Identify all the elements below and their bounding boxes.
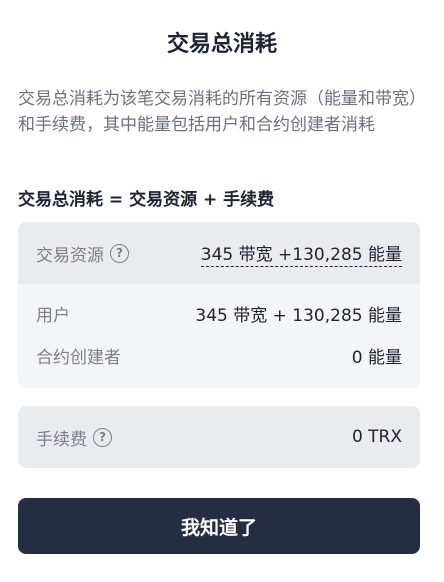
consumption-formula: 交易总消耗 = 交易资源 + 手续费 [18,190,275,210]
fee-label-group: 手续费 ? [36,425,112,450]
confirm-button[interactable]: 我知道了 [18,498,420,554]
resources-label-group: 交易资源 ? [36,241,129,266]
resources-label: 交易资源 [36,245,104,266]
resource-row-user: 用户 345 带宽 + 130,285 能量 [36,292,402,334]
modal-description: 交易总消耗为该笔交易消耗的所有资源（能量和带宽）和手续费，其中能量包括用户和合约… [18,89,418,135]
resource-row-contract-creator: 合约创建者 0 能量 [36,334,402,376]
total-consumption-modal: 交易总消耗 交易总消耗为该笔交易消耗的所有资源（能量和带宽）和手续费，其中能量包… [0,0,444,582]
fee-panel: 手续费 ? 0 TRX [18,406,420,468]
resources-summary-row: 交易资源 ? 345 带宽 +130,285 能量 [18,222,420,284]
resources-panel: 交易资源 ? 345 带宽 +130,285 能量 用户 345 带宽 + 13… [18,222,420,388]
fee-label: 手续费 [36,429,87,450]
resources-breakdown: 用户 345 带宽 + 130,285 能量 合约创建者 0 能量 [18,292,420,376]
modal-title: 交易总消耗 [166,32,277,57]
resource-row-value: 345 带宽 + 130,285 能量 [195,305,402,326]
resources-total-value[interactable]: 345 带宽 +130,285 能量 [200,240,402,267]
resource-row-value: 0 能量 [351,347,402,368]
resource-row-label: 用户 [36,305,70,326]
question-circle-icon[interactable]: ? [93,427,112,447]
fee-value: 0 TRX [351,427,402,447]
question-circle-icon[interactable]: ? [110,243,129,263]
resource-row-label: 合约创建者 [36,347,121,368]
